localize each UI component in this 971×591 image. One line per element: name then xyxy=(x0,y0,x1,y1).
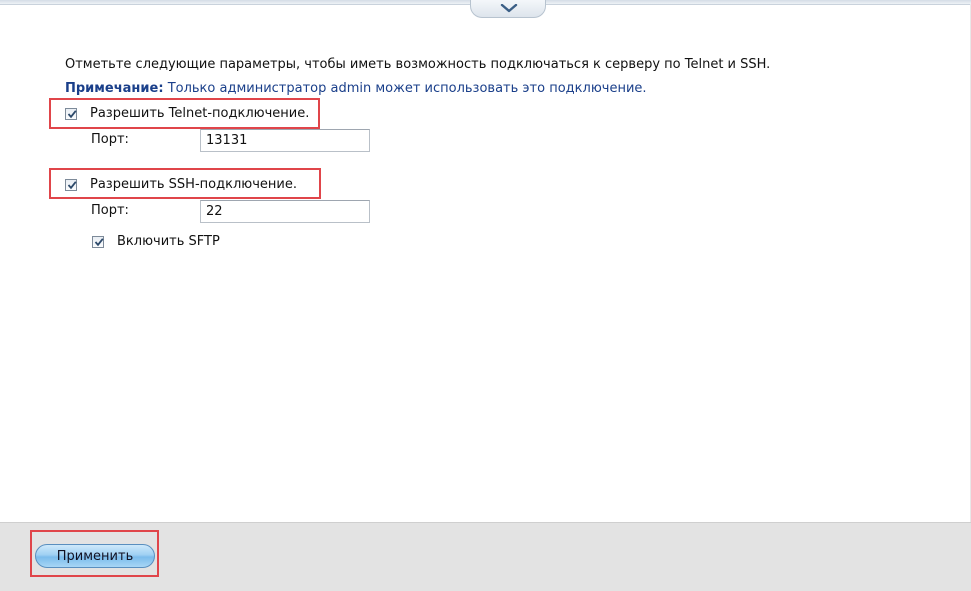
checkmark-icon xyxy=(67,180,77,189)
ssh-checkbox-label: Разрешить SSH-подключение. xyxy=(90,177,297,192)
checkmark-icon xyxy=(94,237,104,246)
note-label: Примечание: xyxy=(65,81,164,96)
sftp-checkbox[interactable] xyxy=(92,235,104,248)
sftp-checkbox-row[interactable]: Включить SFTP xyxy=(92,234,220,249)
intro-text: Отметьте следующие параметры, чтобы имет… xyxy=(65,57,771,72)
apply-button[interactable]: Применить xyxy=(35,544,155,568)
telnet-checkbox[interactable] xyxy=(65,107,77,120)
sftp-checkbox-label: Включить SFTP xyxy=(117,234,220,249)
telnet-checkbox-row[interactable]: Разрешить Telnet-подключение. xyxy=(65,106,309,121)
checkmark-icon xyxy=(67,109,77,118)
collapse-panel-tab[interactable] xyxy=(470,0,546,18)
telnet-port-input[interactable] xyxy=(200,129,370,152)
note-body: Только администратор admin может использ… xyxy=(167,81,647,96)
note-text: Примечание: Только администратор admin м… xyxy=(65,81,647,96)
ssh-port-label: Порт: xyxy=(91,203,129,218)
ssh-checkbox-row[interactable]: Разрешить SSH-подключение. xyxy=(65,177,297,192)
ssh-checkbox[interactable] xyxy=(65,178,77,191)
ssh-port-input[interactable] xyxy=(200,200,370,223)
telnet-checkbox-label: Разрешить Telnet-подключение. xyxy=(90,106,310,121)
chevron-down-icon xyxy=(500,4,518,13)
telnet-port-label: Порт: xyxy=(91,132,129,147)
